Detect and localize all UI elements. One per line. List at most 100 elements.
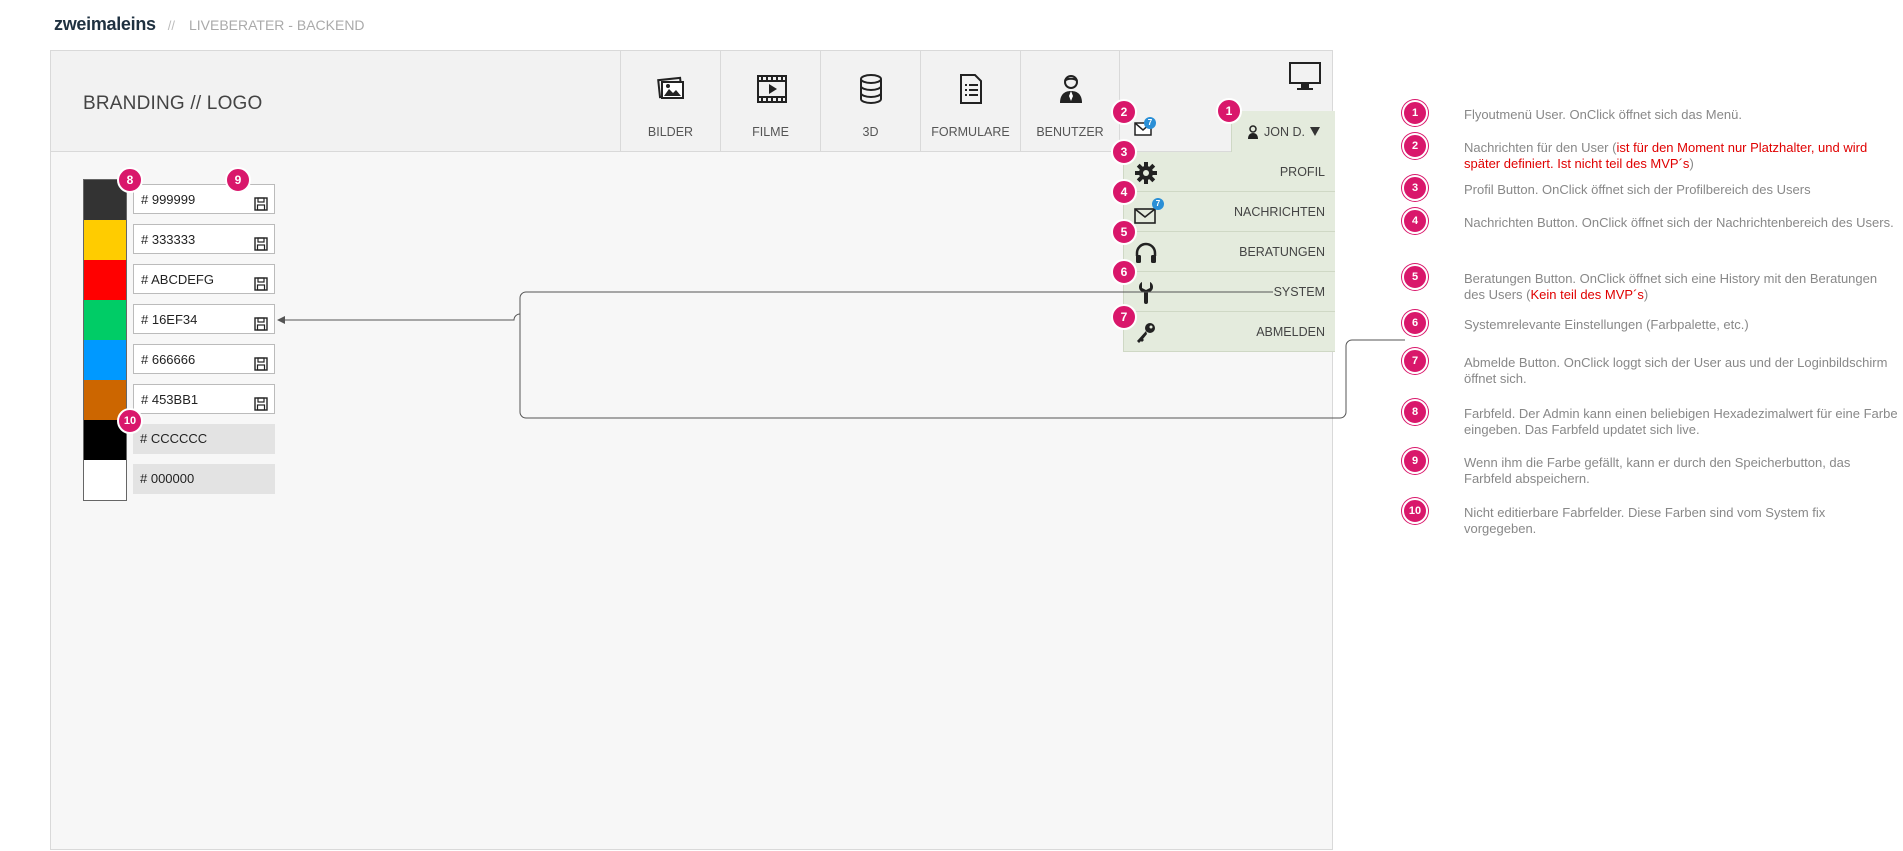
menu-item-profil[interactable]: PROFIL bbox=[1123, 152, 1335, 192]
legend-text: Profil Button. OnClick öffnet sich der P… bbox=[1464, 182, 1900, 198]
wrench-icon bbox=[1139, 282, 1153, 304]
monitor-icon[interactable] bbox=[1288, 61, 1322, 93]
user-icon bbox=[1060, 75, 1082, 103]
hex-value: # 333333 bbox=[141, 232, 196, 247]
legend-number: 10 bbox=[1402, 498, 1428, 524]
save-icon[interactable] bbox=[254, 392, 268, 422]
menu-item-label: SYSTEM bbox=[1273, 285, 1325, 299]
menu-item-label: BERATUNGEN bbox=[1239, 245, 1325, 259]
hex-color-input[interactable]: # 999999 bbox=[133, 184, 275, 214]
legend-text: Abmelde Button. OnClick loggt sich der U… bbox=[1464, 355, 1900, 387]
user-name: JON D. bbox=[1264, 124, 1305, 139]
callout-marker-5: 5 bbox=[1111, 219, 1137, 245]
hex-value: # CCCCCC bbox=[140, 431, 208, 446]
color-swatch-column bbox=[83, 179, 127, 501]
color-swatch bbox=[84, 460, 126, 500]
nav-benutzer[interactable]: BENUTZER bbox=[1020, 51, 1120, 151]
nav-label: BILDER bbox=[647, 125, 694, 139]
hex-color-input[interactable]: # 666666 bbox=[133, 344, 275, 374]
save-icon[interactable] bbox=[254, 272, 268, 302]
nav-filme[interactable]: FILME bbox=[720, 51, 820, 151]
legend-text-main: Beratungen Button. OnClick öffnet sich e… bbox=[1464, 271, 1878, 302]
legend-text-tail: ) bbox=[1643, 287, 1649, 302]
nav-label: BENUTZER bbox=[1036, 125, 1104, 139]
color-swatch bbox=[84, 260, 126, 300]
menu-item-system[interactable]: SYSTEM bbox=[1123, 272, 1335, 312]
callout-marker-9: 9 bbox=[225, 167, 251, 193]
legend-text-main: Nicht editierbare Fabrfelder. Diese Farb… bbox=[1464, 505, 1826, 536]
legend-text-highlight: Kein teil des MVP´s bbox=[1530, 287, 1644, 302]
menu-item-abmelden[interactable]: ABMELDEN bbox=[1123, 312, 1335, 352]
header-messages-button[interactable]: 7 bbox=[1134, 117, 1156, 137]
callout-marker-1: 1 bbox=[1216, 98, 1242, 124]
legend-text: Systemrelevante Einstellungen (Farbpalet… bbox=[1464, 317, 1900, 333]
legend-number: 1 bbox=[1402, 100, 1428, 126]
legend-text-main: Wenn ihm die Farbe gefällt, kann er durc… bbox=[1464, 455, 1851, 486]
nav-3d[interactable]: 3D bbox=[820, 51, 920, 151]
nav-bilder[interactable]: BILDER bbox=[620, 51, 720, 151]
top-bar: zweimaleins // LIVEBERATER - BACKEND bbox=[54, 14, 365, 38]
chevron-down-icon bbox=[1309, 127, 1320, 136]
legend-number: 3 bbox=[1402, 175, 1428, 201]
legend-text: Nachrichten Button. OnClick öffnet sich … bbox=[1464, 215, 1900, 231]
legend-number: 2 bbox=[1402, 133, 1428, 159]
color-swatch bbox=[84, 300, 126, 340]
legend-text-main: Abmelde Button. OnClick loggt sich der U… bbox=[1464, 355, 1888, 386]
legend-text: Nachrichten für den User (ist für den Mo… bbox=[1464, 140, 1900, 172]
legend-text: Beratungen Button. OnClick öffnet sich e… bbox=[1464, 271, 1900, 303]
hex-value: # 453BB1 bbox=[141, 392, 199, 407]
app-subtitle: LIVEBERATER - BACKEND bbox=[188, 17, 365, 33]
legend-text-main: Systemrelevante Einstellungen (Farbpalet… bbox=[1464, 317, 1749, 332]
legend-text-main: Flyoutmenü User. OnClick öffnet sich das… bbox=[1464, 107, 1742, 122]
legend-text: Flyoutmenü User. OnClick öffnet sich das… bbox=[1464, 107, 1900, 123]
legend-text: Wenn ihm die Farbe gefällt, kann er durc… bbox=[1464, 455, 1900, 487]
menu-item-beratungen[interactable]: BERATUNGEN bbox=[1123, 232, 1335, 272]
menu-item-nachrichten[interactable]: 7 NACHRICHTEN bbox=[1123, 192, 1335, 232]
hex-value: # ABCDEFG bbox=[141, 272, 214, 287]
hex-value: # 000000 bbox=[140, 471, 195, 486]
message-count-badge: 7 bbox=[1152, 198, 1164, 210]
hex-color-readonly: # 000000 bbox=[133, 464, 275, 494]
user-flyout-menu: PROFIL 7 NACHRICHTEN BERATUNGEN SYSTEM A… bbox=[1123, 152, 1335, 352]
save-icon[interactable] bbox=[254, 312, 268, 342]
save-icon[interactable] bbox=[254, 192, 268, 222]
user-icon bbox=[1248, 124, 1258, 139]
nav-formulare[interactable]: FORMULARE bbox=[920, 51, 1020, 151]
branding-logo[interactable]: BRANDING // LOGO bbox=[83, 93, 263, 115]
legend-number: 5 bbox=[1402, 264, 1428, 290]
hex-color-input[interactable]: # 16EF34 bbox=[133, 304, 275, 334]
hex-value: # 16EF34 bbox=[141, 312, 198, 327]
main-nav: BILDER FILME 3D FORMULARE BENUTZER bbox=[620, 51, 1120, 151]
legend-text-main: Farbfeld. Der Admin kann einen beliebige… bbox=[1464, 406, 1898, 437]
legend-number: 9 bbox=[1402, 448, 1428, 474]
save-icon[interactable] bbox=[254, 352, 268, 382]
brand-name: zweimaleins bbox=[54, 14, 156, 34]
hex-color-readonly: # CCCCCC bbox=[133, 424, 275, 454]
user-menu-button[interactable]: JON D. bbox=[1231, 111, 1335, 152]
nav-label: FILME bbox=[752, 125, 789, 139]
hex-color-input[interactable]: # ABCDEFG bbox=[133, 264, 275, 294]
headset-icon bbox=[1135, 242, 1157, 263]
legend-number: 7 bbox=[1402, 348, 1428, 374]
legend-number: 4 bbox=[1402, 208, 1428, 234]
hex-color-input[interactable]: # 453BB1 bbox=[133, 384, 275, 414]
callout-marker-4: 4 bbox=[1111, 179, 1137, 205]
callout-marker-3: 3 bbox=[1111, 139, 1137, 165]
save-icon[interactable] bbox=[254, 232, 268, 262]
title-separator: // bbox=[167, 18, 175, 33]
film-icon bbox=[757, 75, 787, 103]
database-icon bbox=[860, 74, 882, 105]
form-icon bbox=[960, 74, 982, 104]
color-swatch bbox=[84, 340, 126, 380]
callout-marker-10: 10 bbox=[117, 408, 143, 434]
color-swatch bbox=[84, 220, 126, 260]
hex-color-input[interactable]: # 333333 bbox=[133, 224, 275, 254]
key-icon bbox=[1137, 323, 1155, 343]
legend-text-main: Nachrichten Button. OnClick öffnet sich … bbox=[1464, 215, 1894, 230]
callout-marker-2: 2 bbox=[1111, 99, 1137, 125]
legend-text-main: Nachrichten für den User ( bbox=[1464, 140, 1617, 155]
legend-text-tail: ) bbox=[1689, 156, 1694, 171]
legend-number: 8 bbox=[1402, 399, 1428, 425]
gear-icon bbox=[1135, 162, 1157, 184]
legend-text: Nicht editierbare Fabrfelder. Diese Farb… bbox=[1464, 505, 1900, 537]
